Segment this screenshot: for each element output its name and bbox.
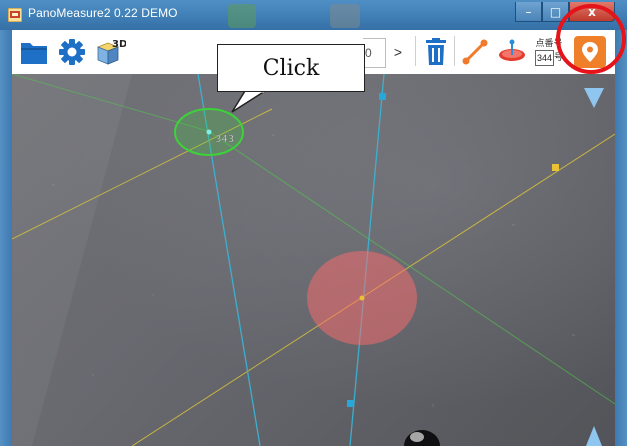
app-window: PanoMeasure2 0.22 DEMO – □ x 3D 0 > 点番号 … (0, 0, 627, 446)
click-callout: Click (217, 44, 365, 92)
highlight-ring (556, 4, 626, 74)
callout-text: Click (262, 55, 320, 81)
